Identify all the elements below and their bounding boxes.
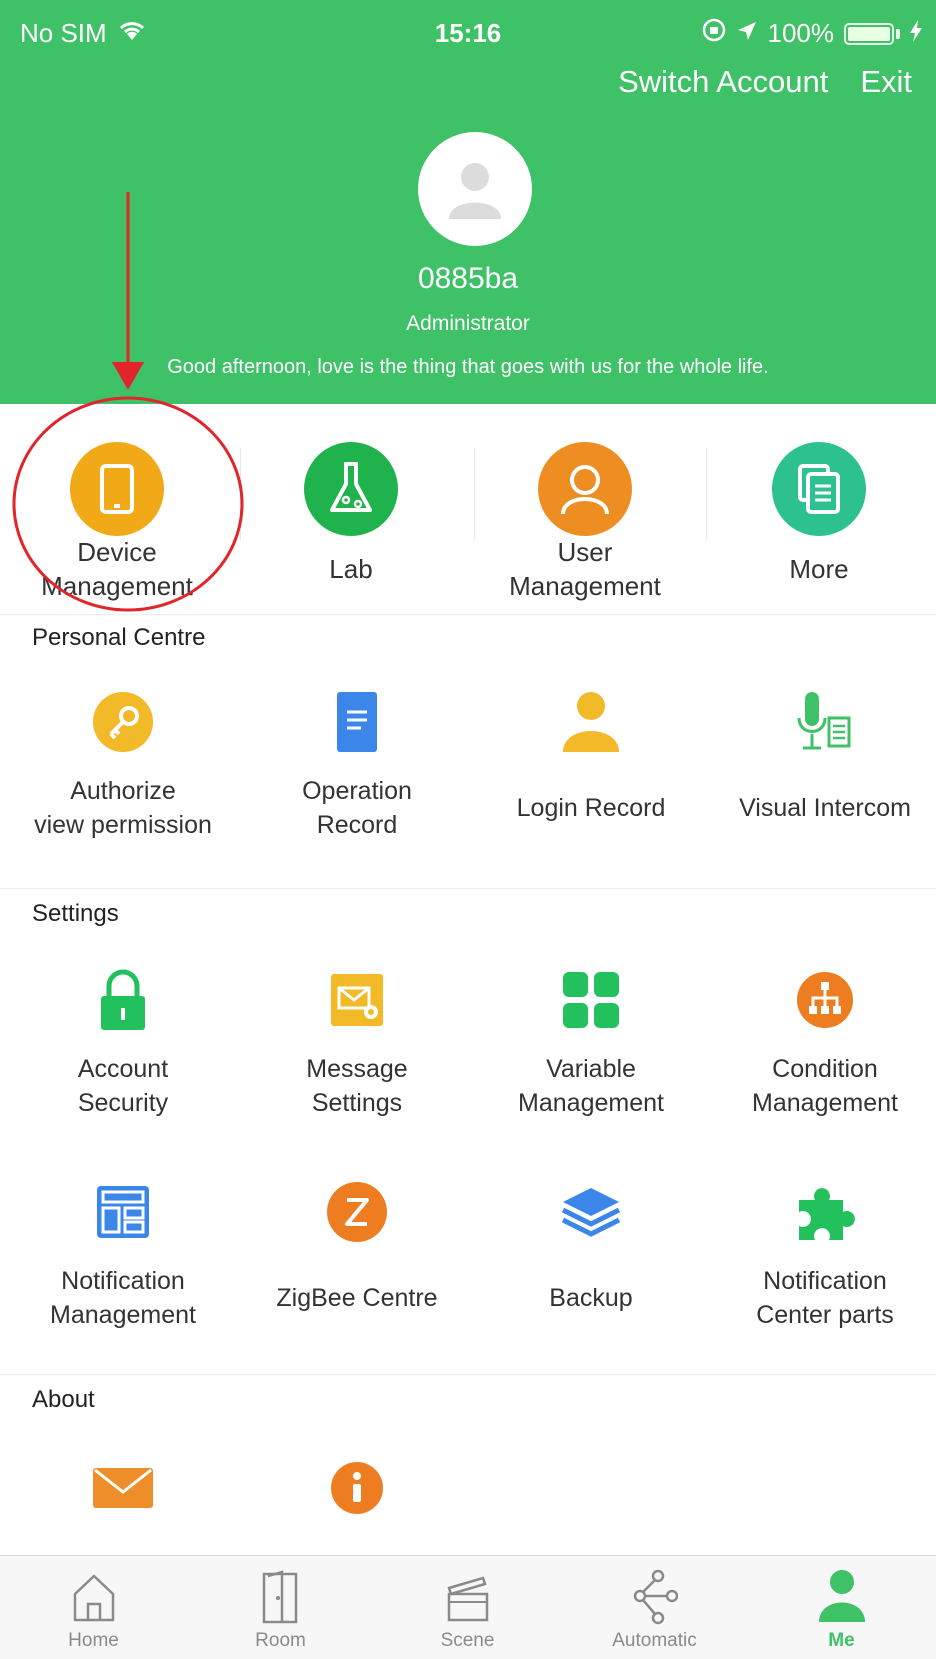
message-settings-label: Message Settings [306,1055,408,1117]
flask-icon [330,462,372,512]
operation-record-button[interactable]: Operation Record [240,690,474,880]
zigbee-icon [327,1182,387,1242]
door-icon [262,1570,298,1624]
account-security-button[interactable]: Account Security [6,968,240,1158]
greeting-message: Good afternoon, love is the thing that g… [167,356,769,378]
variable-management-label: Variable Management [518,1055,664,1117]
tab-automatic[interactable]: Automatic [561,1556,748,1659]
quick-divider [240,448,241,540]
key-icon [93,692,153,752]
avatar[interactable] [418,132,532,246]
tab-home-label: Home [68,1630,119,1651]
user-icon [561,465,609,515]
quick-circle-device [70,442,164,536]
settings-title: Settings [32,900,119,927]
info-icon [331,1462,383,1514]
backup-button[interactable]: Backup [474,1180,708,1370]
quick-divider [706,448,707,540]
visual-intercom-label: Visual Intercom [739,794,911,822]
battery-percent: 100% [767,18,835,48]
notification-center-parts-label: Notification Center parts [756,1267,894,1329]
variable-management-button[interactable]: Variable Management [474,968,708,1158]
notification-management-button[interactable]: Notification Management [6,1180,240,1370]
tab-room[interactable]: Room [187,1556,374,1659]
divider [0,888,936,889]
about-info-button[interactable] [240,1456,474,1536]
feedback-button[interactable] [6,1456,240,1536]
user-management-label: User Management [509,537,661,601]
exit-button[interactable]: Exit [860,64,912,100]
tab-scene-label: Scene [440,1630,495,1651]
more-button[interactable]: More [702,424,936,614]
authorize-view-permission-label: Authorize view permission [34,777,212,839]
hierarchy-icon [797,972,853,1028]
tab-me[interactable]: Me [748,1556,935,1659]
battery-nub [896,28,900,39]
phone-icon [100,464,134,514]
battery-icon [844,22,894,45]
message-settings-button[interactable]: Message Settings [240,968,474,1158]
quick-circle-user [538,442,632,536]
document-icon [337,692,377,752]
user-role: Administrator [406,312,530,335]
device-management-label: Device Management [41,537,193,601]
tab-home[interactable]: Home [0,1556,187,1659]
lab-button[interactable]: Lab [234,424,468,614]
profile-header: No SIM 15:16 100% Switch Account Exit 08… [0,0,936,404]
microphone-icon [797,692,851,750]
personal-centre-title: Personal Centre [32,624,206,651]
person-icon [563,692,619,752]
username: 0885ba [417,262,519,295]
puzzle-icon [799,1188,855,1240]
user-management-button[interactable]: User Management [468,424,702,614]
visual-intercom-button[interactable]: Visual Intercom [708,690,936,880]
quick-circle-more [772,442,866,536]
layers-icon [561,1188,621,1237]
documents-icon [798,464,840,514]
login-record-label: Login Record [516,794,666,822]
lab-label: Lab [329,554,373,584]
quick-actions: Device Management Lab User Management Mo… [0,424,936,614]
more-label: More [789,554,849,584]
switch-account-button[interactable]: Switch Account [618,64,828,100]
about-title: About [32,1386,95,1413]
device-management-button[interactable]: Device Management [0,424,234,614]
zigbee-centre-label: ZigBee Centre [276,1284,438,1312]
layout-icon [97,1186,149,1238]
backup-label: Backup [549,1284,633,1312]
operation-record-label: Operation Record [302,777,412,839]
quick-circle-lab [304,442,398,536]
status-bar: No SIM 15:16 100% [0,14,936,54]
home-icon [73,1574,115,1622]
charging-icon [910,18,922,49]
authorize-view-permission-button[interactable]: Authorize view permission [6,690,240,880]
condition-management-label: Condition Management [752,1055,898,1117]
avatar-person-icon [449,163,501,219]
me-icon [819,1570,865,1622]
condition-management-button[interactable]: Condition Management [708,968,936,1158]
rotation-lock-icon [702,18,726,49]
grid-icon [563,972,619,1028]
clapperboard-icon [447,1576,489,1622]
zigbee-centre-button[interactable]: ZigBee Centre [240,1180,474,1370]
nodes-icon [633,1569,678,1625]
notification-management-label: Notification Management [50,1267,196,1329]
envelope-icon [93,1468,153,1508]
tab-bar: Home Room Scene Automatic Me [0,1555,936,1659]
divider [0,1374,936,1375]
location-icon [736,18,758,49]
login-record-button[interactable]: Login Record [474,690,708,880]
divider [0,614,936,615]
tab-room-label: Room [255,1630,306,1651]
tab-scene[interactable]: Scene [374,1556,561,1659]
quick-divider [474,448,475,540]
account-security-label: Account Security [77,1055,169,1117]
tab-automatic-label: Automatic [612,1630,697,1651]
tab-me-label: Me [828,1630,855,1651]
mail-settings-icon [331,974,383,1026]
lock-icon [101,969,145,1030]
notification-center-parts-button[interactable]: Notification Center parts [708,1180,936,1370]
